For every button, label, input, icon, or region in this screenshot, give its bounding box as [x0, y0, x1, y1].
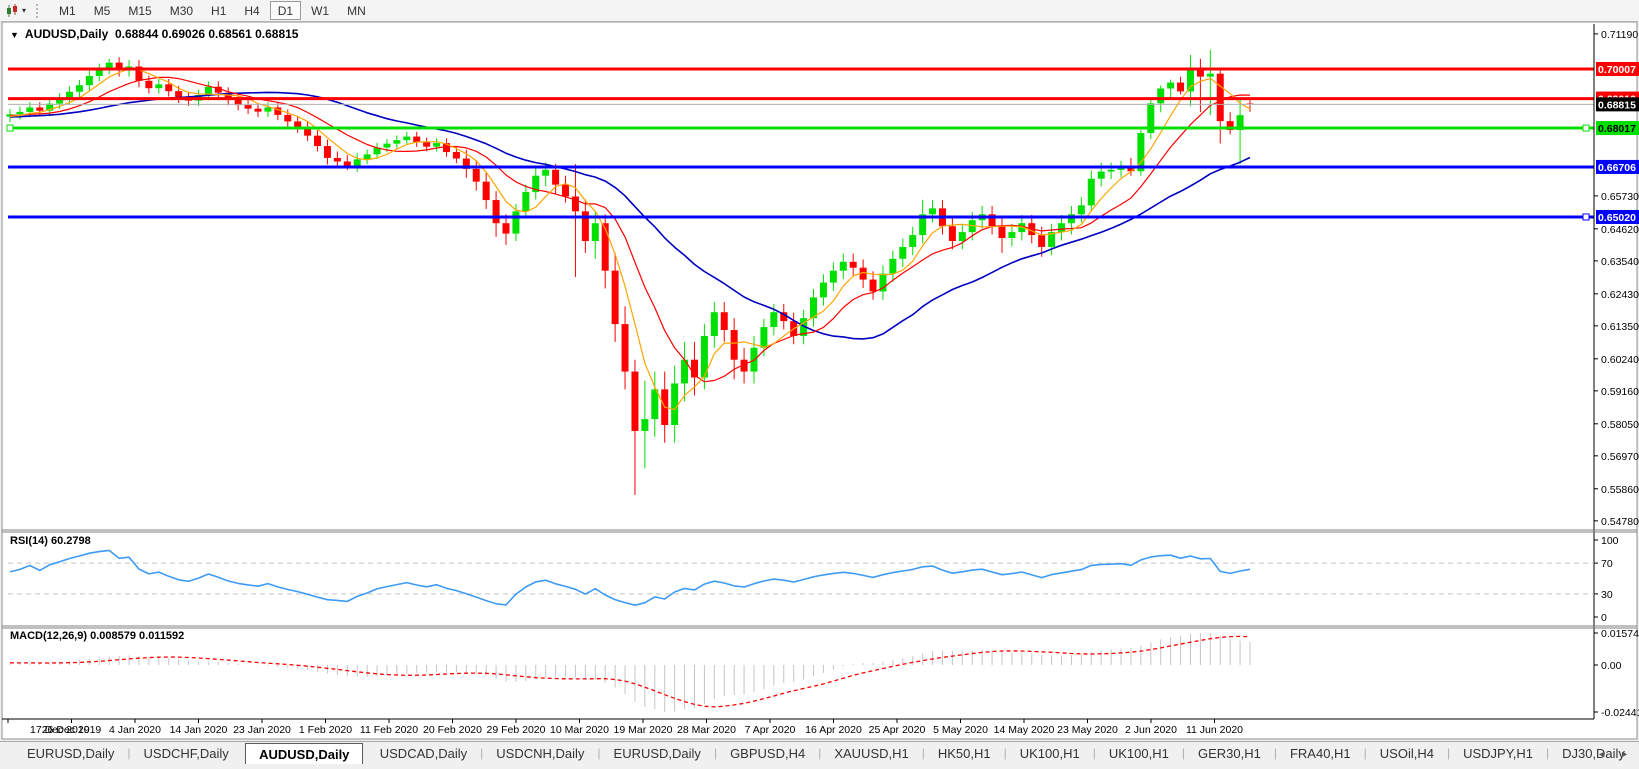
- line-handle[interactable]: [1583, 125, 1589, 131]
- price-tick-label: 0.61350: [1601, 321, 1639, 333]
- price-tick-label: 0.59160: [1601, 386, 1639, 398]
- price-tick-label: 0.60240: [1601, 354, 1639, 366]
- chart-tab-xauusd-h1[interactable]: XAUUSD,H1: [821, 742, 921, 764]
- rsi-scale-label: 0: [1601, 612, 1607, 624]
- date-tick-label: 11 Jun 2020: [1186, 724, 1243, 736]
- price-tick-label: 0.65730: [1601, 191, 1639, 203]
- chart-tab-audusd-daily[interactable]: AUDUSD,Daily: [245, 743, 363, 764]
- date-tick-label: 5 May 2020: [933, 724, 988, 736]
- price-tag-text: 0.68815: [1598, 99, 1636, 111]
- rsi-scale-label: 70: [1601, 558, 1613, 570]
- date-tick-label: 2 Jun 2020: [1125, 724, 1177, 736]
- chart-tab-usoil-h4[interactable]: USOil,H4: [1367, 742, 1447, 764]
- date-tick-label: 14 May 2020: [994, 724, 1055, 736]
- date-tick-label: 23 May 2020: [1057, 724, 1118, 736]
- tab-scroll-right-icon[interactable]: ►: [1620, 749, 1629, 759]
- triangle-down-icon: ▼: [10, 30, 19, 40]
- date-tick-label: 23 Jan 2020: [233, 724, 291, 736]
- price-tag-text: 0.65020: [1598, 212, 1636, 224]
- date-tick-label: 10 Mar 2020: [550, 724, 609, 736]
- mt4-application: 0.700070.690100.688150.680170.667060.650…: [0, 0, 1639, 769]
- price-tick-label: 0.62430: [1601, 289, 1639, 301]
- chart-title: ▼ AUDUSD,Daily 0.68844 0.69026 0.68561 0.…: [10, 27, 298, 41]
- date-tick-label: 7 Apr 2020: [745, 724, 796, 736]
- price-tick-label: 0.64620: [1601, 224, 1639, 236]
- date-tick-label: 16 Apr 2020: [805, 724, 862, 736]
- tab-scroll-arrows: ◄ ►: [1597, 742, 1629, 765]
- macd-scale-label: 0.00: [1601, 660, 1622, 672]
- rsi-scale-label: 100: [1601, 535, 1619, 547]
- chart-tab-hk50-h1[interactable]: HK50,H1: [925, 742, 1004, 764]
- price-tick-label: 0.56970: [1601, 451, 1639, 463]
- date-tick-label: 29 Feb 2020: [487, 724, 546, 736]
- date-tick-label: 4 Jan 2020: [109, 724, 161, 736]
- chart-tab-usdjpy-h1[interactable]: USDJPY,H1: [1450, 742, 1546, 764]
- line-handle[interactable]: [7, 125, 13, 131]
- macd-scale-label: 0.015741: [1601, 628, 1639, 640]
- date-tick-label: 1 Feb 2020: [299, 724, 352, 736]
- price-tick-label: 0.55860: [1601, 484, 1639, 496]
- tab-scroll-left-icon[interactable]: ◄: [1597, 749, 1606, 759]
- macd-indicator-label: MACD(12,26,9) 0.008579 0.011592: [10, 630, 184, 642]
- line-handle[interactable]: [1583, 214, 1589, 220]
- chart-tab-ger30-h1[interactable]: GER30,H1: [1185, 742, 1274, 764]
- chart-tab-fra40-h1[interactable]: FRA40,H1: [1277, 742, 1364, 764]
- date-tick-label: 19 Mar 2020: [614, 724, 673, 736]
- chart-tab-uk100-h1[interactable]: UK100,H1: [1007, 742, 1093, 764]
- chart-tab-usdcad-daily[interactable]: USDCAD,Daily: [367, 742, 480, 764]
- price-tick-label: 0.54780: [1601, 516, 1639, 528]
- chart-tab-bar: EURUSD,Daily|USDCHF,Daily AUDUSD,Daily U…: [0, 741, 1639, 764]
- price-tag-text: 0.70007: [1598, 64, 1636, 76]
- date-tick-label: 20 Feb 2020: [423, 724, 482, 736]
- date-tick-label: 26 Dec 2019: [42, 724, 102, 736]
- chart-canvas[interactable]: 0.700070.690100.688150.680170.667060.650…: [0, 0, 1639, 740]
- date-tick-label: 14 Jan 2020: [170, 724, 228, 736]
- chart-tab-uk100-h1[interactable]: UK100,H1: [1096, 742, 1182, 764]
- chart-tab-eurusd-daily[interactable]: EURUSD,Daily: [14, 742, 127, 764]
- chart-symbol-label: AUDUSD,Daily: [25, 27, 108, 41]
- date-tick-label: 28 Mar 2020: [677, 724, 736, 736]
- status-strip: [0, 764, 1639, 769]
- chart-tab-usdcnh-daily[interactable]: USDCNH,Daily: [483, 742, 597, 764]
- price-tag-text: 0.68017: [1598, 123, 1636, 135]
- date-tick-label: 25 Apr 2020: [869, 724, 926, 736]
- price-tag-text: 0.66706: [1598, 162, 1636, 174]
- chart-ohlc-values: 0.68844 0.69026 0.68561 0.68815: [115, 27, 299, 41]
- date-tick-label: 11 Feb 2020: [360, 724, 418, 736]
- chart-tab-usdchf-daily[interactable]: USDCHF,Daily: [131, 742, 242, 764]
- chart-window-frame: [2, 22, 1637, 739]
- macd-scale-label: -0.024412: [1601, 707, 1639, 719]
- chart-tab-gbpusd-h4[interactable]: GBPUSD,H4: [717, 742, 818, 764]
- rsi-scale-label: 30: [1601, 589, 1613, 601]
- price-tick-label: 0.58050: [1601, 419, 1639, 431]
- price-tick-label: 0.63540: [1601, 256, 1639, 268]
- chart-tab-eurusd-daily[interactable]: EURUSD,Daily: [601, 742, 714, 764]
- rsi-indicator-label: RSI(14) 60.2798: [10, 535, 91, 547]
- price-tick-label: 0.71190: [1601, 29, 1638, 41]
